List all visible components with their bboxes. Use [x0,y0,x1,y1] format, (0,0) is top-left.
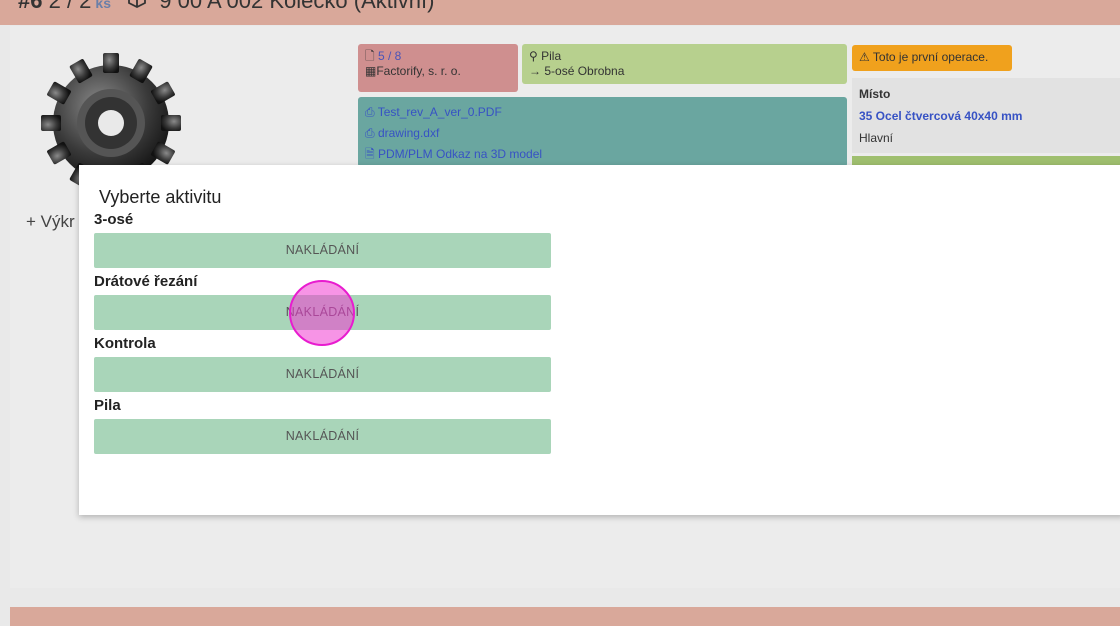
location-value: Hlavní [859,131,894,145]
file-link[interactable]: 🗎 PDM/PLM Odkaz na 3D model [365,144,840,165]
loading-button-kontrola[interactable]: NAKLÁDÁNÍ [94,357,551,392]
activity-modal: Vyberte aktivitu 3-osé NAKLÁDÁNÍ Drátové… [79,165,1120,515]
order-unit: ks [95,0,111,11]
group-label-kontrola: Kontrola [94,335,156,352]
operation-count-tile: 🗋 5 / 8 ▦Factorify, s. r. o. [358,44,518,92]
file-icon: 🗎 [365,147,375,161]
building-icon: ▦ [365,64,377,78]
warning-icon: ⚠ [859,50,870,64]
location-pin-icon: ⚲ [529,49,538,63]
loading-button-pila[interactable]: NAKLÁDÁNÍ [94,419,551,454]
workplace-name: Pila [541,49,562,63]
order-header: #6 2 / 2 ks 9 00 A 002 Kolečko (Aktivní) [18,0,434,14]
loading-button-3-ose[interactable]: NAKLÁDÁNÍ [94,233,551,268]
add-drawing-link[interactable]: + Výkr [26,212,75,232]
file-link[interactable]: ⎙ drawing.dxf [365,123,840,144]
order-header-bar: #6 2 / 2 ks 9 00 A 002 Kolečko (Aktivní) [0,0,1120,25]
material-link[interactable]: 35 Ocel čtvercová 40x40 mm [859,105,1113,127]
order-qty: 2 / 2 [48,0,92,13]
order-number: #6 [18,0,43,13]
next-workplace: 5-osé Obrobna [544,64,625,78]
box-icon [127,0,147,14]
click-indicator [289,280,355,346]
file-link[interactable]: ⎙ Test_rev_A_ver_0.PDF [365,102,840,123]
location-panel: Místo 35 Ocel čtvercová 40x40 mm Hlavní [852,78,1120,153]
location-label: Místo [859,87,891,101]
files-tile: ⎙ Test_rev_A_ver_0.PDF ⎙ drawing.dxf 🗎 P… [358,97,847,167]
group-label-3-ose: 3-osé [94,211,134,228]
next-order-bar [10,607,1120,626]
workplace-tile: ⚲ Pila → 5-osé Obrobna [522,44,847,84]
warning-badge: ⚠ Toto je první operace. [852,45,1012,71]
document-icon: 🗋 [365,49,375,63]
printer-icon: ⎙ [365,126,375,140]
product-name: 9 00 A 002 Kolečko (Aktivní) [159,0,435,13]
operation-count: 5 / 8 [378,49,402,63]
arrow-right-icon: → [529,64,541,78]
group-label-pila: Pila [94,397,121,414]
printer-icon: ⎙ [365,105,375,119]
group-label-dratove-rezani: Drátové řezání [94,273,198,290]
modal-title: Vyberte aktivitu [99,187,222,207]
company-name: Factorify, s. r. o. [376,64,461,78]
